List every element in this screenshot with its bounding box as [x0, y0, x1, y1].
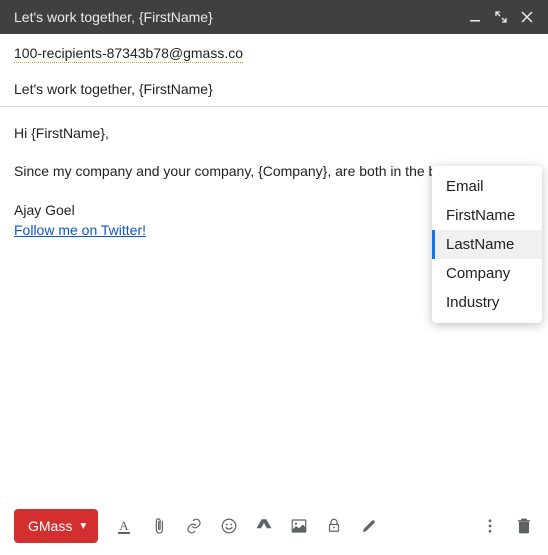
close-icon[interactable]: [520, 10, 534, 24]
merge-field-autocomplete: Email FirstName LastName Company Industr…: [432, 166, 542, 323]
body-greeting: Hi {FirstName},: [14, 123, 534, 143]
expand-icon[interactable]: [494, 10, 508, 24]
attach-icon[interactable]: [149, 516, 169, 536]
minimize-icon[interactable]: [468, 10, 482, 24]
confidential-icon[interactable]: [324, 516, 344, 536]
image-icon[interactable]: [289, 516, 309, 536]
format-text-icon[interactable]: A: [114, 516, 134, 536]
recipient-address: 100-recipients-87343b78@gmass.co: [14, 45, 243, 63]
twitter-link[interactable]: Follow me on Twitter!: [14, 222, 146, 238]
gmass-button[interactable]: GMass ▼: [14, 509, 98, 543]
autocomplete-item-industry[interactable]: Industry: [432, 288, 542, 317]
subject-field[interactable]: Let's work together, {FirstName}: [0, 69, 548, 107]
autocomplete-item-firstname[interactable]: FirstName: [432, 201, 542, 230]
gmass-button-label: GMass: [28, 518, 72, 534]
trash-icon[interactable]: [514, 516, 534, 536]
more-options-icon[interactable]: [480, 516, 500, 536]
compose-header: Let's work together, {FirstName}: [0, 0, 548, 34]
compose-toolbar: GMass ▼ A: [0, 499, 548, 555]
link-icon[interactable]: [184, 516, 204, 536]
pen-icon[interactable]: [359, 516, 379, 536]
drive-icon[interactable]: [254, 516, 274, 536]
window-title: Let's work together, {FirstName}: [14, 9, 468, 25]
recipients-field[interactable]: 100-recipients-87343b78@gmass.co: [0, 34, 548, 69]
autocomplete-item-company[interactable]: Company: [432, 259, 542, 288]
emoji-icon[interactable]: [219, 516, 239, 536]
autocomplete-item-email[interactable]: Email: [432, 172, 542, 201]
caret-down-icon: ▼: [78, 521, 88, 532]
svg-text:A: A: [120, 518, 130, 533]
autocomplete-item-lastname[interactable]: LastName: [432, 230, 542, 259]
